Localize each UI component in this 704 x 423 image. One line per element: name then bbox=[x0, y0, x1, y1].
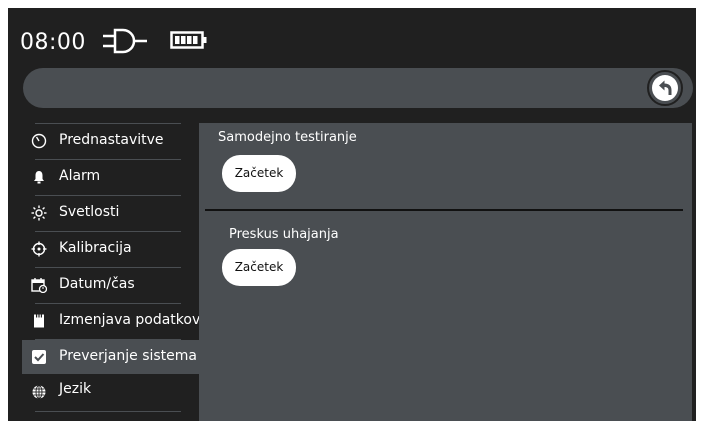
sidebar-item-datetime[interactable]: Datum/čas bbox=[22, 268, 199, 302]
sidebar-item-label: Preverjanje sistema bbox=[59, 348, 198, 364]
status-bar: 08:00 bbox=[8, 8, 696, 68]
clock-circle-icon bbox=[31, 133, 47, 149]
sidebar-item-label: Datum/čas bbox=[59, 276, 135, 292]
sidebar-item-label: Alarm bbox=[59, 168, 101, 184]
clock-time: 08:00 bbox=[20, 30, 86, 55]
device-screen: 08:00 Prednastavitve Alarm Svetlosti Kal… bbox=[8, 8, 696, 421]
leak-test-start-button[interactable]: Začetek bbox=[222, 249, 296, 286]
back-button[interactable] bbox=[647, 70, 683, 106]
breadcrumb-bar bbox=[23, 68, 693, 108]
sidebar-item-system-check[interactable]: Preverjanje sistema bbox=[22, 340, 199, 374]
globe-icon bbox=[32, 385, 46, 399]
sidebar-item-label: Jezik bbox=[59, 381, 92, 397]
battery-icon bbox=[170, 31, 207, 49]
sidebar-item-label: Svetlosti bbox=[59, 204, 120, 220]
back-arrow-icon bbox=[659, 80, 672, 95]
sidebar-item-language[interactable]: Jezik bbox=[22, 375, 199, 409]
crosshair-icon bbox=[31, 241, 47, 257]
sidebar-item-data-exchange[interactable]: Izmenjava podatkov bbox=[22, 304, 201, 338]
checkbox-icon bbox=[32, 350, 46, 364]
sd-card-icon bbox=[34, 314, 44, 328]
sidebar-item-calibration[interactable]: Kalibracija bbox=[22, 232, 199, 266]
plug-icon bbox=[103, 28, 147, 54]
sidebar-item-brightness[interactable]: Svetlosti bbox=[22, 196, 199, 230]
sidebar-item-label: Izmenjava podatkov bbox=[59, 312, 201, 328]
sidebar-item-label: Kalibracija bbox=[59, 240, 132, 256]
section-divider bbox=[205, 209, 683, 211]
bell-icon bbox=[34, 171, 44, 184]
sidebar-divider bbox=[35, 411, 181, 412]
calendar-icon bbox=[31, 278, 47, 293]
sidebar-item-label: Prednastavitve bbox=[59, 132, 164, 148]
leak-test-title: Preskus uhajanja bbox=[229, 227, 339, 242]
self-test-start-button[interactable]: Začetek bbox=[222, 155, 296, 192]
sidebar-item-alarm[interactable]: Alarm bbox=[22, 160, 199, 194]
settings-sidebar: Prednastavitve Alarm Svetlosti Kalibraci… bbox=[22, 123, 201, 421]
sidebar-item-presets[interactable]: Prednastavitve bbox=[22, 124, 199, 158]
back-icon-bg bbox=[652, 75, 678, 101]
self-test-title: Samodejno testiranje bbox=[218, 130, 357, 145]
system-check-panel: Samodejno testiranje Začetek Preskus uha… bbox=[199, 123, 692, 421]
sun-icon bbox=[31, 205, 47, 221]
